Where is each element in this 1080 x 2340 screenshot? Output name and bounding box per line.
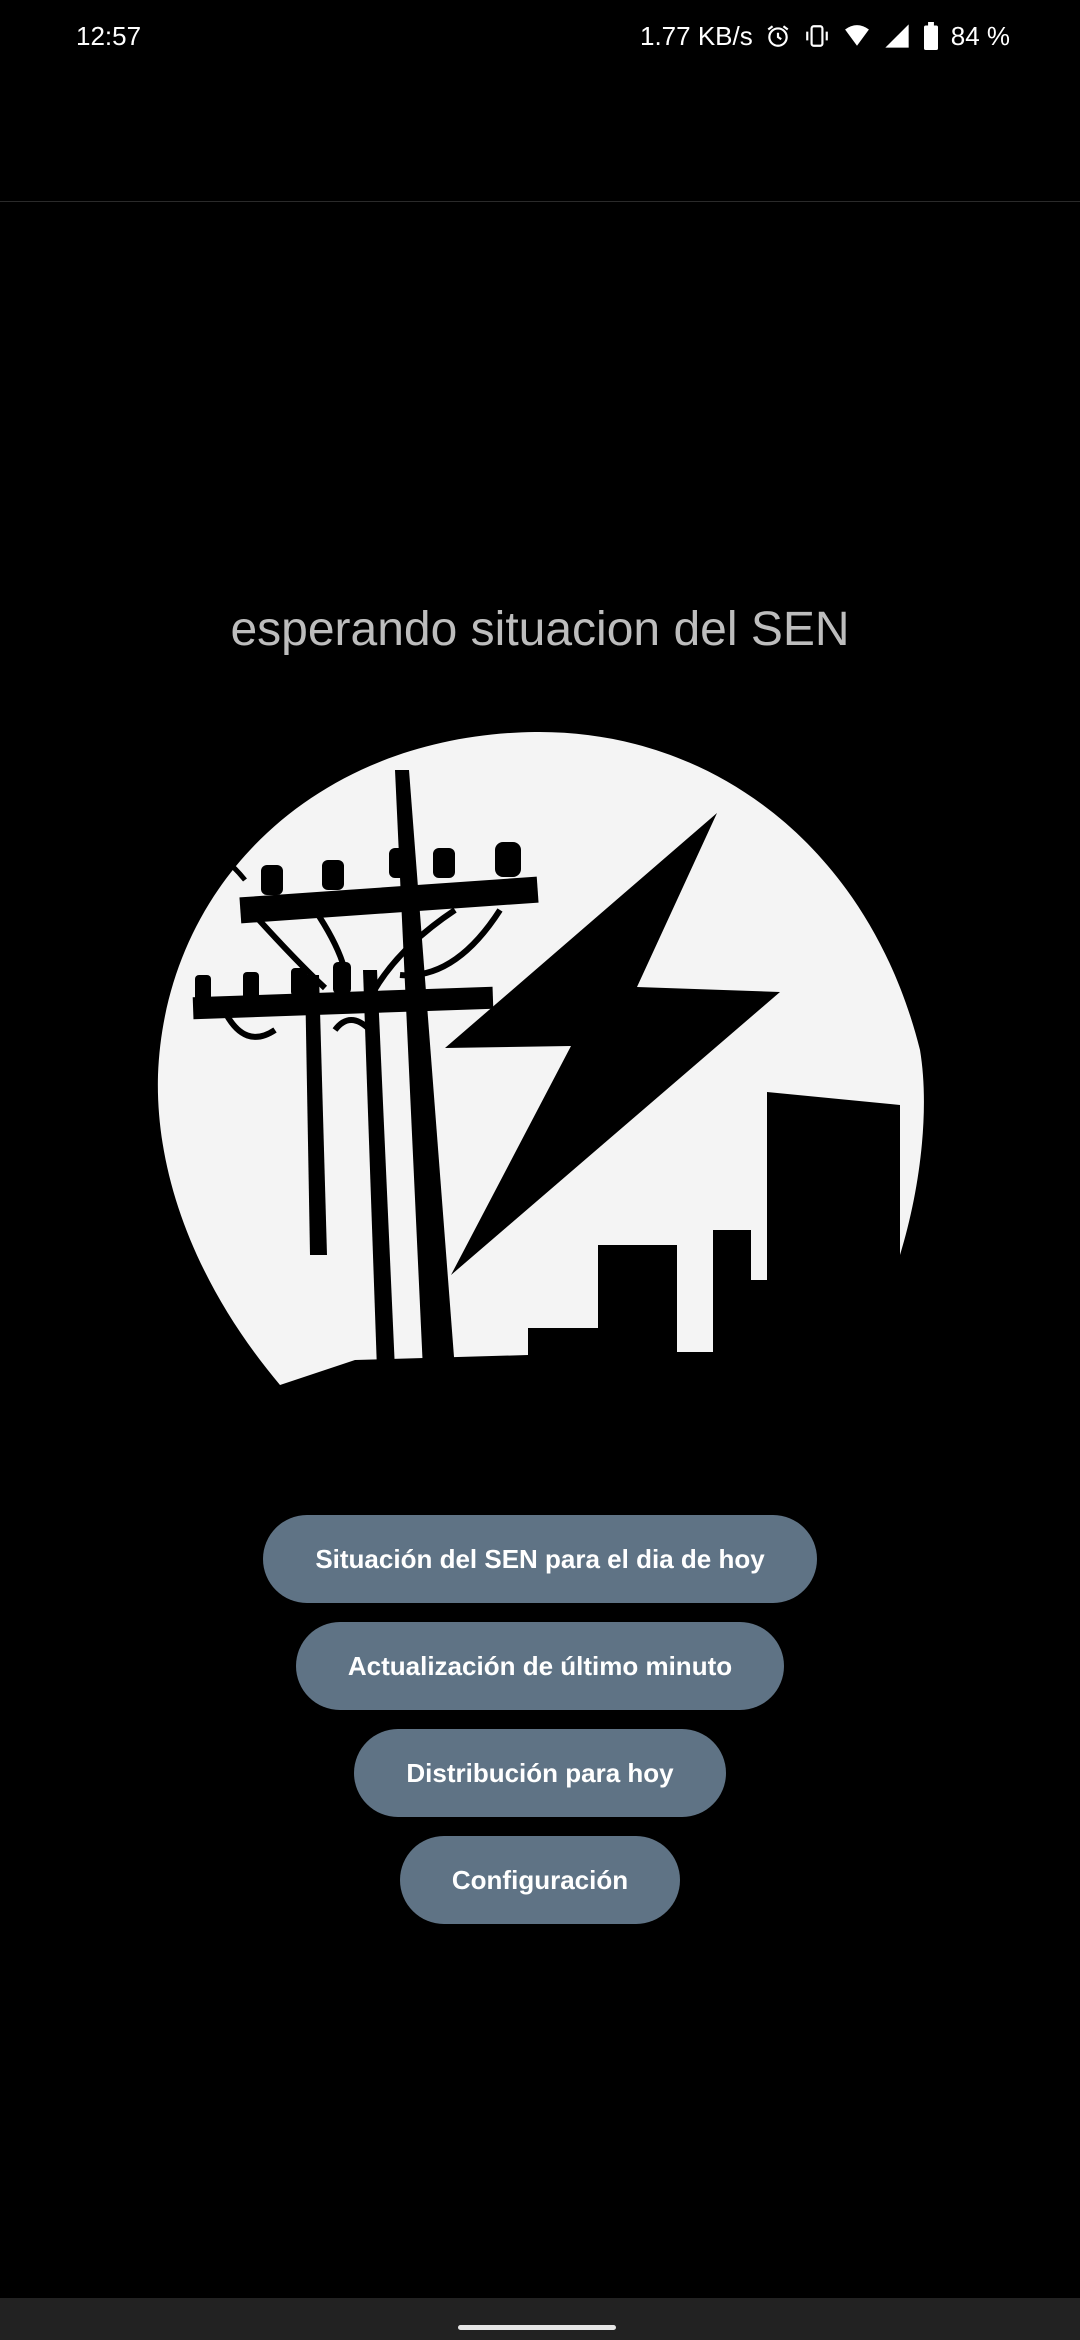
alarm-icon	[765, 23, 791, 49]
status-icons: 1.77 KB/s 84 %	[640, 21, 1010, 52]
home-indicator[interactable]	[458, 2325, 616, 2330]
logo-circle	[157, 731, 924, 1385]
vibrate-icon	[803, 23, 831, 49]
signal-icon	[883, 22, 911, 50]
status-bar: 12:57 1.77 KB/s 84 %	[0, 0, 1080, 72]
distribution-today-button[interactable]: Distribución para hoy	[354, 1729, 726, 1817]
battery-percent: 84 %	[950, 20, 1010, 51]
battery-icon	[923, 22, 939, 50]
app-bar	[0, 72, 1080, 202]
power-lines-lightning-logo	[157, 731, 924, 1385]
main-menu: Situación del SEN para el dia de hoy Act…	[0, 1515, 1080, 1924]
network-speed: 1.77 KB/s	[640, 20, 753, 51]
settings-button[interactable]: Configuración	[399, 1836, 681, 1924]
wifi-icon	[843, 23, 871, 49]
status-time: 12:57	[76, 20, 142, 51]
sen-status-message: esperando situacion del SEN	[230, 603, 850, 656]
last-minute-update-button[interactable]: Actualización de último minuto	[295, 1622, 785, 1710]
navigation-bar	[0, 2298, 1080, 2340]
sen-today-button[interactable]: Situación del SEN para el dia de hoy	[263, 1515, 817, 1603]
